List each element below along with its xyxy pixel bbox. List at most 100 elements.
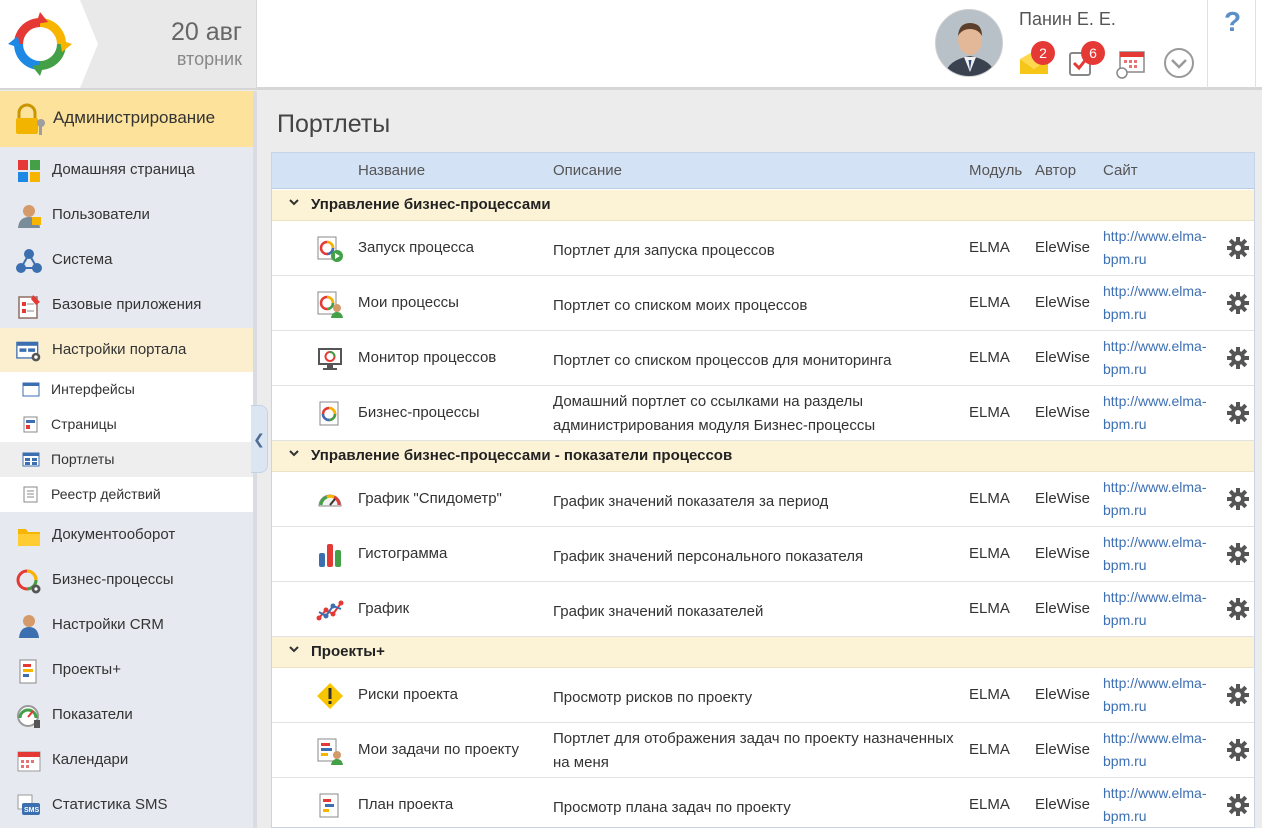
app-logo[interactable] xyxy=(0,0,90,88)
site-link-line2: bpm.ru xyxy=(1103,808,1147,824)
user-avatar[interactable] xyxy=(935,9,1003,77)
sidebar-subitem-label: Реестр действий xyxy=(51,486,161,502)
portlet-module: ELMA xyxy=(969,239,1010,256)
portlet-site-link[interactable]: http://www.elma-bpm.ru xyxy=(1103,782,1218,827)
portlet-description: Портлет со списком моих процессов xyxy=(553,297,808,314)
portlet-author: EleWise xyxy=(1035,239,1091,256)
portlet-name: График xyxy=(358,600,410,617)
sidebar-item-portal-settings[interactable]: Настройки портала xyxy=(0,328,253,373)
elma-logo-icon xyxy=(8,12,72,76)
table-row[interactable]: Мои процессы Портлет со списком моих про… xyxy=(272,276,1254,331)
portlet-author: EleWise xyxy=(1035,686,1091,703)
sidebar-subitem-interfaces[interactable]: Интерфейсы xyxy=(0,372,253,407)
sidebar-item-sms-stats[interactable]: SMS Статистика SMS xyxy=(0,783,253,828)
portlet-site-link[interactable]: http://www.elma-bpm.ru xyxy=(1103,672,1218,718)
gear-icon[interactable] xyxy=(1227,543,1249,565)
sidebar-subitem-label: Портлеты xyxy=(51,451,115,467)
help-button[interactable]: ? xyxy=(1207,0,1256,88)
table-row[interactable]: Бизнес-процессы Домашний портлет со ссыл… xyxy=(272,386,1254,441)
table-row[interactable]: График График значений показателей ELMA … xyxy=(272,582,1254,637)
portlet-site-link[interactable]: http://www.elma-bpm.ru xyxy=(1103,727,1218,773)
portlet-description: Портлет для отображения задач по проекту… xyxy=(553,730,954,771)
portlet-site-link[interactable]: http://www.elma-bpm.ru xyxy=(1103,335,1218,381)
site-link-line2: bpm.ru xyxy=(1103,753,1147,769)
portlet-description: Просмотр рисков по проекту xyxy=(553,689,753,706)
sidebar-item-business-processes[interactable]: Бизнес-процессы xyxy=(0,558,253,603)
portlet-site-link[interactable]: http://www.elma-bpm.ru xyxy=(1103,586,1218,632)
date-panel: 20 авг вторник xyxy=(80,0,257,88)
calendar-button[interactable] xyxy=(1114,45,1148,79)
portlet-name: График "Спидометр" xyxy=(358,490,502,507)
portlet-site-link[interactable]: http://www.elma-bpm.ru xyxy=(1103,280,1218,326)
sidebar-item-label: Базовые приложения xyxy=(52,296,202,313)
table-row[interactable]: Риски проекта Просмотр рисков по проекту… xyxy=(272,668,1254,723)
column-header-description[interactable]: Описание xyxy=(553,162,622,179)
portlets-grid: Название Описание Модуль Автор Сайт Упра… xyxy=(271,152,1255,828)
gear-icon[interactable] xyxy=(1227,684,1249,706)
group-header[interactable]: Проекты+ xyxy=(272,637,1254,668)
portlet-name: Гистограмма xyxy=(358,545,448,562)
portlet-description: Портлет для запуска процессов xyxy=(553,242,775,259)
sidebar-item-label: Настройки портала xyxy=(52,341,187,358)
sidebar-item-crm[interactable]: Настройки CRM xyxy=(0,603,253,648)
column-header-author[interactable]: Автор xyxy=(1035,162,1076,179)
portlet-author: EleWise xyxy=(1035,404,1091,421)
sidebar-subitem-portlets[interactable]: Портлеты xyxy=(0,442,253,477)
gear-icon[interactable] xyxy=(1227,794,1249,816)
sidebar-subitem-action-registry[interactable]: Реестр действий xyxy=(0,477,253,512)
portlet-name: Риски проекта xyxy=(358,686,458,703)
sidebar-subitem-pages[interactable]: Страницы xyxy=(0,407,253,442)
sidebar-item-users[interactable]: Пользователи xyxy=(0,193,253,238)
sidebar-item-label: Статистика SMS xyxy=(52,796,168,813)
portlet-description: График значений показателя за период xyxy=(553,493,829,510)
sidebar-item-system[interactable]: Система xyxy=(0,238,253,283)
table-row[interactable]: Запуск процесса Портлет для запуска проц… xyxy=(272,221,1254,276)
portlet-description: График значений показателей xyxy=(553,603,764,620)
portlet-site-link[interactable]: http://www.elma-bpm.ru xyxy=(1103,390,1218,436)
folder-icon xyxy=(18,529,40,546)
portlet-site-link[interactable]: http://www.elma-bpm.ru xyxy=(1103,225,1218,271)
portlet-name: План проекта xyxy=(358,796,454,813)
messages-badge: 2 xyxy=(1031,41,1055,65)
group-header[interactable]: Управление бизнес-процессами xyxy=(272,190,1254,221)
sidebar-item-label: Бизнес-процессы xyxy=(52,571,174,588)
group-header[interactable]: Управление бизнес-процессами - показател… xyxy=(272,441,1254,472)
sidebar-collapse-button[interactable]: ❮ xyxy=(251,405,268,473)
page-icon xyxy=(23,416,38,433)
table-row[interactable]: Монитор процессов Портлет со списком про… xyxy=(272,331,1254,386)
table-row[interactable]: Гистограмма График значений персональног… xyxy=(272,527,1254,582)
gear-icon[interactable] xyxy=(1227,402,1249,424)
portlet-site-link[interactable]: http://www.elma-bpm.ru xyxy=(1103,476,1218,522)
table-row[interactable]: План проекта Просмотр плана задач по про… xyxy=(272,778,1254,827)
sidebar-item-home[interactable]: Домашняя страница xyxy=(0,148,253,193)
gear-icon[interactable] xyxy=(1227,598,1249,620)
gear-icon[interactable] xyxy=(1227,292,1249,314)
user-name[interactable]: Панин Е. Е. xyxy=(1019,9,1116,30)
user-menu-button[interactable] xyxy=(1162,45,1196,79)
portlet-description: Домашний портлет со ссылками на разделы … xyxy=(553,393,876,434)
portlet-module: ELMA xyxy=(969,490,1010,507)
column-header-module[interactable]: Модуль xyxy=(969,162,1022,179)
table-row[interactable]: График "Спидометр" График значений показ… xyxy=(272,472,1254,527)
portlet-site-link[interactable]: http://www.elma-bpm.ru xyxy=(1103,531,1218,577)
gear-icon[interactable] xyxy=(1227,347,1249,369)
table-row[interactable]: Мои задачи по проекту Портлет для отобра… xyxy=(272,723,1254,778)
gear-icon[interactable] xyxy=(1227,739,1249,761)
site-link-line1: http://www.elma- xyxy=(1103,675,1207,691)
portlet-module: ELMA xyxy=(969,796,1010,813)
column-header-name[interactable]: Название xyxy=(358,162,425,179)
gear-icon[interactable] xyxy=(1227,237,1249,259)
sidebar-item-administration[interactable]: Администрирование xyxy=(0,91,253,147)
grid-header: Название Описание Модуль Автор Сайт xyxy=(272,153,1254,189)
date-day: 20 авг xyxy=(170,18,242,46)
column-header-site[interactable]: Сайт xyxy=(1103,162,1138,179)
sidebar-item-indicators[interactable]: Показатели xyxy=(0,693,253,738)
gear-icon[interactable] xyxy=(1227,488,1249,510)
user-icon xyxy=(18,205,41,228)
sidebar-item-projects[interactable]: Проекты+ xyxy=(0,648,253,693)
sidebar-item-base-apps[interactable]: Базовые приложения xyxy=(0,283,253,328)
sidebar-item-calendars[interactable]: Календари xyxy=(0,738,253,783)
calendar-clock-icon xyxy=(1116,51,1145,79)
chevron-down-circle-icon xyxy=(1164,48,1194,78)
sidebar-item-documents[interactable]: Документооборот xyxy=(0,513,253,558)
